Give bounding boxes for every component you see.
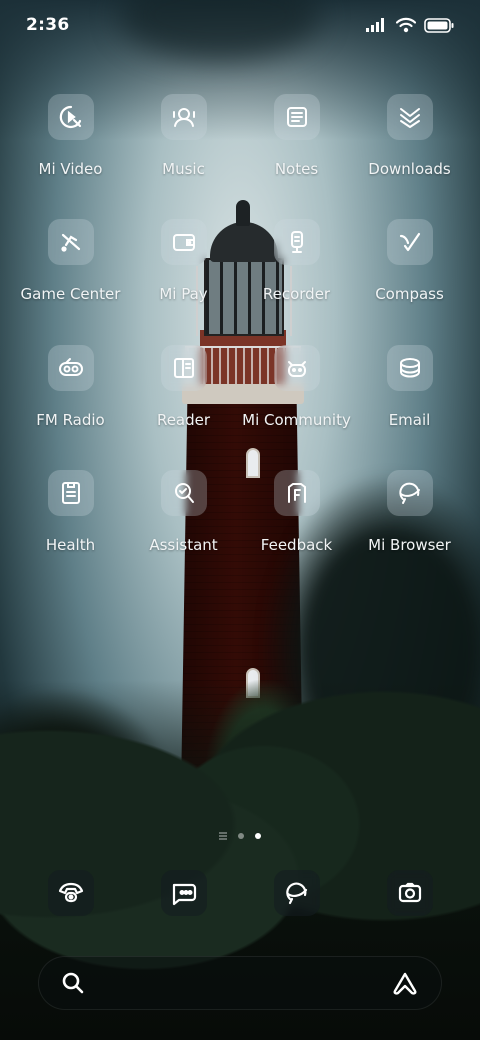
app-label: Mi Pay	[159, 285, 208, 304]
app-mi-pay[interactable]: Mi Pay	[127, 219, 240, 344]
dock-browser[interactable]	[240, 870, 353, 916]
app-recorder[interactable]: Recorder	[240, 219, 353, 344]
app-music[interactable]: Music	[127, 94, 240, 219]
app-label: Recorder	[262, 285, 331, 304]
app-mi-video[interactable]: Mi Video	[14, 94, 127, 219]
app-feedback[interactable]: Feedback	[240, 469, 353, 595]
dock-phone[interactable]	[14, 870, 127, 916]
app-label: Game Center	[20, 285, 121, 304]
feedback-icon[interactable]	[273, 469, 320, 516]
page-dot[interactable]	[238, 833, 244, 839]
app-label: Assistant	[149, 535, 218, 554]
mi-pay-icon[interactable]	[160, 219, 207, 266]
dock-camera[interactable]	[353, 870, 466, 916]
recorder-icon[interactable]	[273, 219, 320, 266]
app-assistant[interactable]: Assistant	[127, 469, 240, 595]
app-game-center[interactable]: Game Center	[14, 219, 127, 344]
app-notes[interactable]: Notes	[240, 94, 353, 219]
app-label: Mi Video	[38, 160, 103, 178]
app-label: Music	[162, 160, 205, 178]
search-bar[interactable]	[38, 956, 442, 1010]
app-compass[interactable]: Compass	[353, 219, 466, 344]
page-dot-active[interactable]	[255, 833, 261, 839]
reader-icon[interactable]	[160, 344, 207, 391]
health-icon[interactable]	[47, 469, 94, 516]
browser-icon[interactable]	[273, 870, 320, 916]
mi-video-icon[interactable]	[47, 94, 94, 140]
app-label: Compass	[375, 285, 444, 304]
app-mi-browser[interactable]: Mi Browser	[353, 469, 466, 595]
compass-icon[interactable]	[386, 219, 433, 266]
dock-messaging[interactable]	[127, 870, 240, 916]
status-time: 2:36	[26, 15, 70, 35]
app-label: Email	[388, 410, 431, 429]
battery-icon	[424, 17, 454, 33]
app-fm-radio[interactable]: FM Radio	[14, 344, 127, 470]
fm-radio-icon[interactable]	[47, 344, 94, 391]
wifi-icon	[396, 17, 416, 33]
app-downloads[interactable]: Downloads	[353, 94, 466, 219]
dock	[14, 870, 466, 916]
messaging-icon[interactable]	[160, 870, 207, 916]
app-label: Reader	[156, 410, 211, 429]
status-icons	[366, 17, 454, 33]
app-label: Feedback	[260, 535, 333, 554]
feed-page-icon[interactable]	[219, 832, 227, 840]
app-label: Health	[45, 535, 96, 554]
assistant-icon[interactable]	[160, 469, 207, 516]
app-label: FM Radio	[36, 410, 105, 429]
app-mi-community[interactable]: Mi Community	[240, 344, 353, 470]
mi-community-icon[interactable]	[273, 344, 320, 391]
game-center-icon[interactable]	[47, 219, 94, 266]
app-label: Mi Browser	[368, 535, 451, 554]
app-email[interactable]: Email	[353, 344, 466, 470]
app-grid: Mi Video Music Notes Downloads Game Cent…	[14, 94, 466, 595]
phone-icon[interactable]	[47, 870, 94, 916]
status-bar: 2:36	[0, 0, 480, 50]
app-label: Downloads	[368, 160, 451, 178]
email-icon[interactable]	[386, 344, 433, 391]
music-icon[interactable]	[160, 94, 207, 140]
app-reader[interactable]: Reader	[127, 344, 240, 470]
downloads-icon[interactable]	[386, 94, 433, 140]
app-label: Mi Community	[242, 410, 351, 429]
app-label: Notes	[274, 160, 319, 178]
search-icon[interactable]	[61, 971, 85, 995]
app-health[interactable]: Health	[14, 469, 127, 595]
camera-icon[interactable]	[386, 870, 433, 916]
notes-icon[interactable]	[273, 94, 320, 140]
page-indicator	[0, 829, 480, 843]
signal-icon	[366, 18, 384, 32]
assistant-logo-icon[interactable]	[391, 971, 419, 995]
mi-browser-icon[interactable]	[386, 469, 433, 516]
